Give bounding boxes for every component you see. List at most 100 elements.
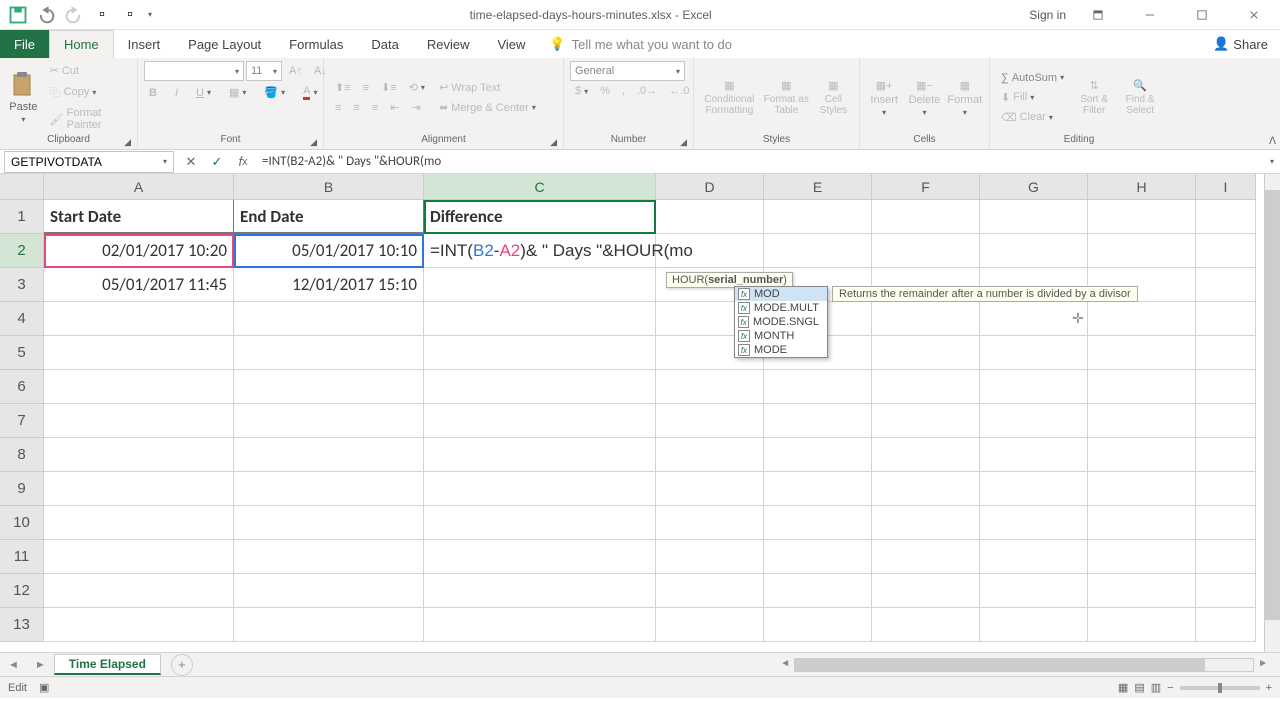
cell-H2[interactable] xyxy=(1088,234,1196,268)
row-header-10[interactable]: 10 xyxy=(0,506,44,540)
cell-C9[interactable] xyxy=(424,472,656,506)
cell-H13[interactable] xyxy=(1088,608,1196,642)
dialog-launcher-icon[interactable]: ◢ xyxy=(550,137,557,148)
cell-I8[interactable] xyxy=(1196,438,1256,472)
select-all-corner[interactable] xyxy=(0,174,44,200)
add-sheet-button[interactable]: + xyxy=(171,654,193,676)
cell-B8[interactable] xyxy=(234,438,424,472)
col-header-c[interactable]: C xyxy=(424,174,656,200)
cell-E10[interactable] xyxy=(764,506,872,540)
qat-btn-2[interactable]: ▫ xyxy=(120,5,140,25)
row-header-11[interactable]: 11 xyxy=(0,540,44,574)
bold-button[interactable]: B xyxy=(144,82,162,103)
name-box[interactable]: GETPIVOTDATA▾ xyxy=(4,151,174,173)
cell-C7[interactable] xyxy=(424,404,656,438)
row-header-6[interactable]: 6 xyxy=(0,370,44,404)
row-header-3[interactable]: 3 xyxy=(0,268,44,302)
cell-A6[interactable] xyxy=(44,370,234,404)
cell-C4[interactable] xyxy=(424,302,656,336)
cell-C1[interactable]: Difference xyxy=(424,200,656,234)
ac-item-mode[interactable]: fxMODE xyxy=(735,343,827,357)
comma-icon[interactable]: , xyxy=(617,82,630,100)
cell-D13[interactable] xyxy=(656,608,764,642)
cell-G12[interactable] xyxy=(980,574,1088,608)
tab-pagelayout[interactable]: Page Layout xyxy=(174,30,275,58)
cell-D12[interactable] xyxy=(656,574,764,608)
ac-item-mode-mult[interactable]: fxMODE.MULT xyxy=(735,301,827,315)
sheet-tab-time-elapsed[interactable]: Time Elapsed xyxy=(54,654,161,675)
indent-inc-icon[interactable]: ⇥ xyxy=(406,98,425,117)
insert-cells-button[interactable]: ▦+Insert▾ xyxy=(866,79,902,117)
tab-data[interactable]: Data xyxy=(357,30,412,58)
row-header-1[interactable]: 1 xyxy=(0,200,44,234)
cell-D10[interactable] xyxy=(656,506,764,540)
row-header-9[interactable]: 9 xyxy=(0,472,44,506)
cell-F7[interactable] xyxy=(872,404,980,438)
row-header-8[interactable]: 8 xyxy=(0,438,44,472)
cell-D6[interactable] xyxy=(656,370,764,404)
clear-button[interactable]: ⌫Clear▾ xyxy=(996,108,1069,127)
tab-file[interactable]: File xyxy=(0,30,49,58)
dialog-launcher-icon[interactable]: ◢ xyxy=(310,137,317,148)
ac-item-mode-sngl[interactable]: fxMODE.SNGL xyxy=(735,315,827,329)
font-color-button[interactable]: A▾ xyxy=(298,82,322,103)
font-size-combo[interactable]: 11▾ xyxy=(246,61,282,81)
align-middle-icon[interactable]: ≡ xyxy=(358,78,374,97)
cell-I10[interactable] xyxy=(1196,506,1256,540)
inc-decimal-icon[interactable]: .0→ xyxy=(632,82,662,100)
cell-C10[interactable] xyxy=(424,506,656,540)
cell-I5[interactable] xyxy=(1196,336,1256,370)
cell-F10[interactable] xyxy=(872,506,980,540)
formula-input[interactable]: =INT(B2-A2)& " Days "&HOUR(mo xyxy=(256,154,1264,169)
col-header-d[interactable]: D xyxy=(656,174,764,200)
redo-icon[interactable] xyxy=(64,5,84,25)
cell-A10[interactable] xyxy=(44,506,234,540)
cell-C13[interactable] xyxy=(424,608,656,642)
tab-review[interactable]: Review xyxy=(413,30,484,58)
cell-C5[interactable] xyxy=(424,336,656,370)
row-header-7[interactable]: 7 xyxy=(0,404,44,438)
cell-D11[interactable] xyxy=(656,540,764,574)
cell-C3[interactable] xyxy=(424,268,656,302)
cell-A8[interactable] xyxy=(44,438,234,472)
ac-item-mod[interactable]: fxMOD xyxy=(735,287,827,301)
cell-H8[interactable] xyxy=(1088,438,1196,472)
cell-F2[interactable] xyxy=(872,234,980,268)
cell-B10[interactable] xyxy=(234,506,424,540)
tab-home[interactable]: Home xyxy=(49,30,114,58)
italic-button[interactable]: I xyxy=(170,82,183,103)
cell-D9[interactable] xyxy=(656,472,764,506)
cancel-formula-icon[interactable]: ✕ xyxy=(178,151,204,173)
col-header-b[interactable]: B xyxy=(234,174,424,200)
format-as-table-button[interactable]: ▦ Format as Table xyxy=(763,79,810,116)
cell-E12[interactable] xyxy=(764,574,872,608)
cell-B9[interactable] xyxy=(234,472,424,506)
col-header-e[interactable]: E xyxy=(764,174,872,200)
cell-F6[interactable] xyxy=(872,370,980,404)
cell-H1[interactable] xyxy=(1088,200,1196,234)
spreadsheet-grid[interactable]: ABCDEFGHI 12345678910111213 Start DateEn… xyxy=(0,174,1280,652)
cell-C6[interactable] xyxy=(424,370,656,404)
collapse-ribbon-icon[interactable]: ᐱ xyxy=(1269,136,1276,147)
copy-button[interactable]: ⿻Copy▾ xyxy=(45,81,131,103)
ac-item-month[interactable]: fxMONTH xyxy=(735,329,827,343)
col-header-i[interactable]: I xyxy=(1196,174,1256,200)
cell-H11[interactable] xyxy=(1088,540,1196,574)
orientation-icon[interactable]: ⟲▾ xyxy=(404,78,430,97)
cell-C8[interactable] xyxy=(424,438,656,472)
col-header-f[interactable]: F xyxy=(872,174,980,200)
cell-G10[interactable] xyxy=(980,506,1088,540)
cell-F4[interactable] xyxy=(872,302,980,336)
enter-formula-icon[interactable]: ✓ xyxy=(204,151,230,173)
view-break-icon[interactable]: ▥ xyxy=(1151,681,1161,694)
cell-H9[interactable] xyxy=(1088,472,1196,506)
cell-E11[interactable] xyxy=(764,540,872,574)
cell-F12[interactable] xyxy=(872,574,980,608)
cell-E1[interactable] xyxy=(764,200,872,234)
cell-I12[interactable] xyxy=(1196,574,1256,608)
cell-B1[interactable]: End Date xyxy=(234,200,424,234)
cell-E6[interactable] xyxy=(764,370,872,404)
cell-E8[interactable] xyxy=(764,438,872,472)
cell-G7[interactable] xyxy=(980,404,1088,438)
align-center-icon[interactable]: ≡ xyxy=(348,98,364,117)
